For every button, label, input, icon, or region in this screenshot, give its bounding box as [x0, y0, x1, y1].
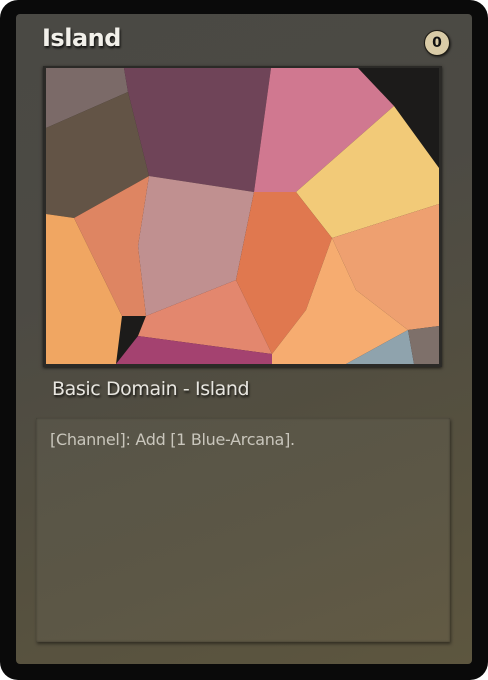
art-mosaic: [46, 68, 439, 364]
card-type-line: Basic Domain - Island: [52, 378, 250, 400]
rules-text-box: [36, 418, 450, 642]
card-rules-text: [Channel]: Add [1 Blue-Arcana].: [50, 430, 295, 449]
card-name: Island: [42, 24, 121, 52]
card-art: [43, 66, 442, 367]
mana-cost-icon: 0: [424, 30, 450, 56]
